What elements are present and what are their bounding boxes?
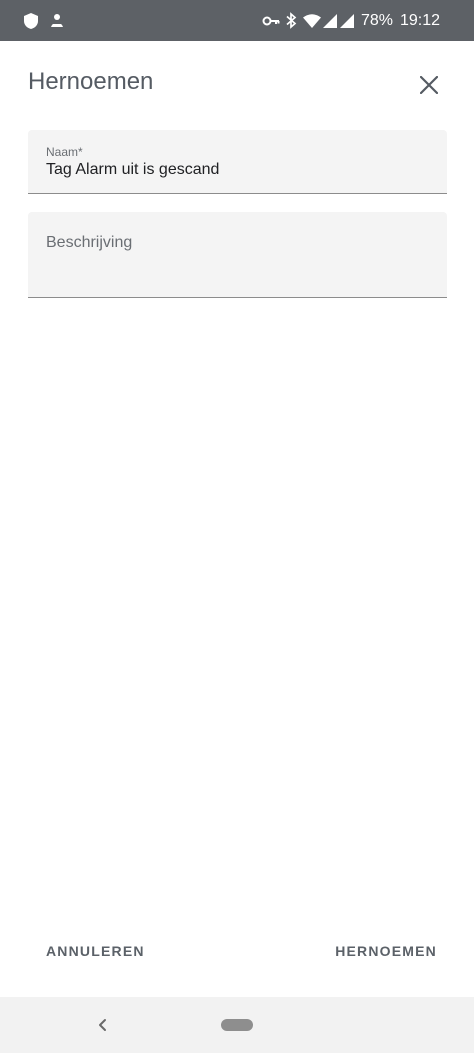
signal-icon <box>340 0 354 41</box>
vpn-key-icon <box>262 0 280 41</box>
dialog-title: Hernoemen <box>28 68 154 95</box>
close-icon <box>420 76 438 94</box>
bluetooth-icon <box>285 0 297 41</box>
name-field[interactable]: Naam* Tag Alarm uit is gescand <box>28 130 447 194</box>
signal-icon <box>323 0 337 41</box>
description-field[interactable]: Beschrijving <box>28 212 447 298</box>
cancel-button[interactable]: ANNULEREN <box>46 940 145 962</box>
status-bar: 78% 19:12 <box>0 0 474 41</box>
clock: 19:12 <box>400 12 441 29</box>
navigation-bar <box>0 997 474 1053</box>
name-field-value[interactable]: Tag Alarm uit is gescand <box>46 161 219 179</box>
name-field-label: Naam* <box>46 145 83 159</box>
shield-icon <box>24 0 38 41</box>
android-icon <box>49 0 65 41</box>
description-field-placeholder: Beschrijving <box>46 234 133 251</box>
rename-button[interactable]: HERNOEMEN <box>335 940 437 962</box>
home-pill-icon[interactable] <box>221 1019 253 1031</box>
close-button[interactable] <box>414 70 444 100</box>
battery-percent: 78% <box>361 12 394 29</box>
wifi-icon <box>303 0 321 41</box>
back-icon[interactable] <box>92 1013 114 1037</box>
